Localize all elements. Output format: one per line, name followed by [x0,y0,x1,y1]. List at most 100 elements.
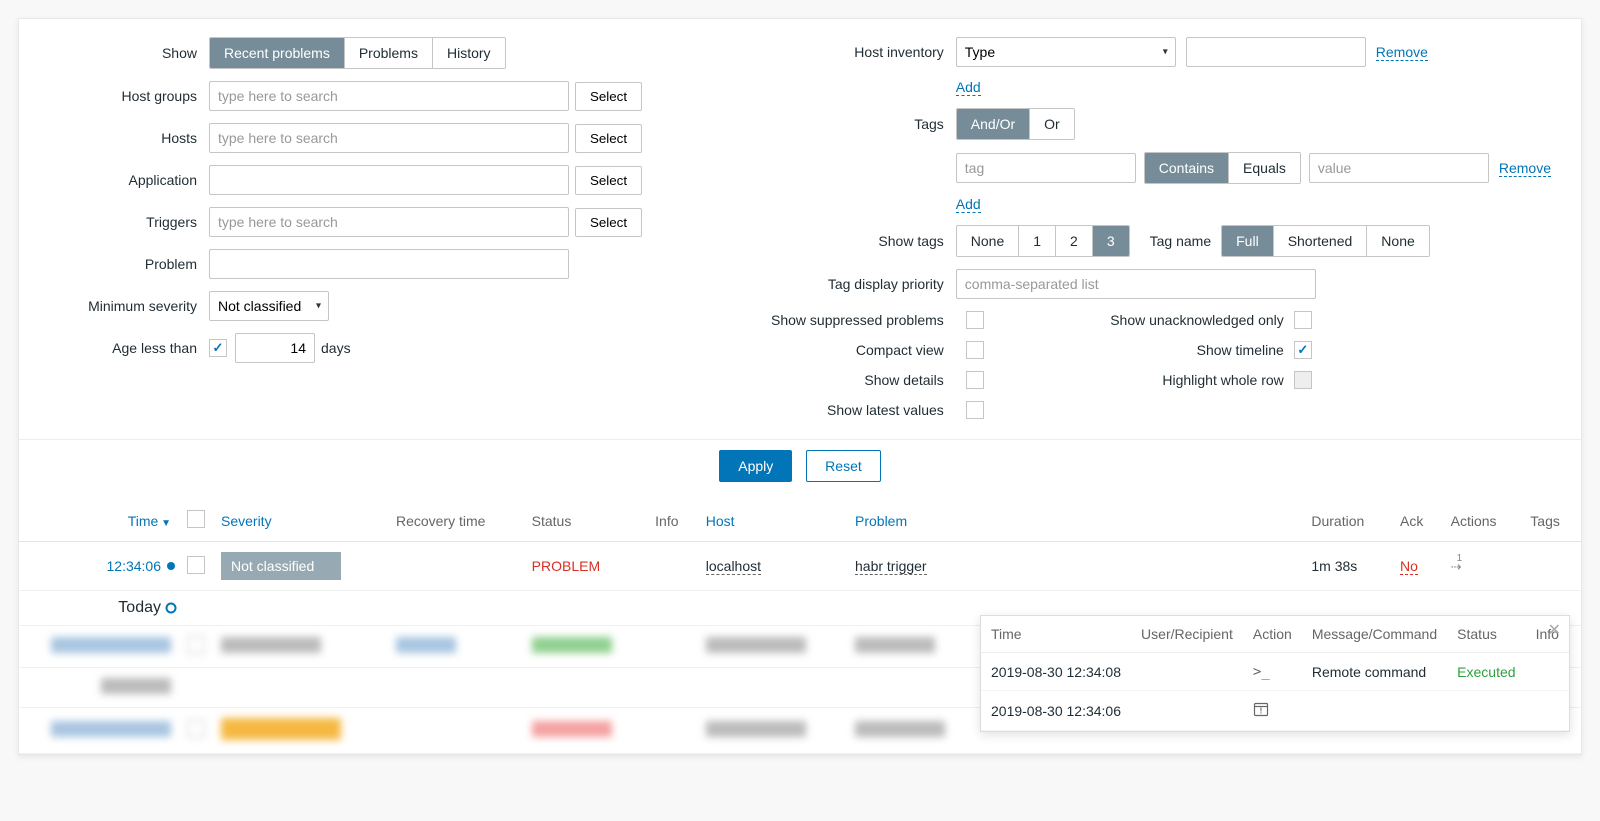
tag-name-segmented: Full Shortened None [1221,225,1430,257]
close-icon[interactable]: ✕ [1548,620,1561,640]
latest-label: Show latest values [756,402,956,418]
unack-label: Show unacknowledged only [1024,312,1284,328]
tag-name-full[interactable]: Full [1222,226,1274,256]
suppressed-label: Show suppressed problems [756,312,956,328]
row-actions-icon[interactable]: 1⇢ [1451,559,1462,574]
actions-popup: ✕ Time User/Recipient Action Message/Com… [980,615,1570,732]
popup-col-time: Time [981,616,1131,653]
show-tags-segmented: None 1 2 3 [956,225,1130,257]
popup-col-message: Message/Command [1302,616,1447,653]
reset-button[interactable]: Reset [806,450,881,482]
host-inventory-remove[interactable]: Remove [1376,44,1428,61]
host-inventory-add[interactable]: Add [956,79,981,96]
col-duration: Duration [1303,500,1392,542]
row-ack[interactable]: No [1400,558,1418,575]
show-tags-1[interactable]: 1 [1019,226,1056,256]
host-groups-select[interactable]: Select [575,82,642,111]
show-history[interactable]: History [433,38,505,68]
application-input[interactable] [209,165,569,195]
popup-col-action: Action [1243,616,1302,653]
age-label: Age less than [49,340,209,356]
tag-name-none[interactable]: None [1367,226,1428,256]
tag-name-input[interactable] [956,153,1136,183]
show-tags-none[interactable]: None [957,226,1019,256]
show-recent-problems[interactable]: Recent problems [210,38,345,68]
min-severity-label: Minimum severity [49,298,209,314]
details-checkbox[interactable] [966,371,984,389]
show-tags-label: Show tags [756,233,956,249]
unack-checkbox[interactable] [1294,311,1312,329]
compact-label: Compact view [756,342,956,358]
age-unit: days [321,340,351,356]
tags-or[interactable]: Or [1030,109,1074,139]
popup-col-user: User/Recipient [1131,616,1243,653]
row-host[interactable]: localhost [706,558,761,575]
application-label: Application [49,172,209,188]
latest-checkbox[interactable] [966,401,984,419]
popup-row: 2019-08-30 12:34:06 ! [981,691,1569,731]
problem-label: Problem [49,256,209,272]
row-problem[interactable]: habr trigger [855,558,927,575]
show-segmented: Recent problems Problems History [209,37,506,69]
col-ack: Ack [1392,500,1443,542]
table-row: 12:34:06 Not classified PROBLEM localhos… [19,542,1581,591]
tag-name-shortened[interactable]: Shortened [1274,226,1368,256]
triggers-select[interactable]: Select [575,208,642,237]
show-problems[interactable]: Problems [345,38,433,68]
row-severity: Not classified [221,552,341,580]
filter-buttons: Apply Reset [19,439,1581,500]
today-label: Today [118,599,161,616]
problem-input[interactable] [209,249,569,279]
terminal-icon: >_ [1253,664,1270,680]
triggers-label: Triggers [49,214,209,230]
host-inventory-label: Host inventory [756,44,956,60]
highlight-label: Highlight whole row [1024,372,1284,388]
triggers-input[interactable] [209,207,569,237]
host-inventory-type-select[interactable]: Type [956,37,1176,67]
calendar-alert-icon: ! [1253,704,1269,720]
hosts-label: Hosts [49,130,209,146]
tags-andor[interactable]: And/Or [957,109,1030,139]
col-time[interactable]: Time [19,500,179,542]
tag-priority-label: Tag display priority [756,276,956,292]
col-host[interactable]: Host [698,500,847,542]
host-groups-input[interactable] [209,81,569,111]
show-tags-2[interactable]: 2 [1056,226,1093,256]
timeline-checkbox[interactable] [1294,341,1312,359]
row-time[interactable]: 12:34:06 [107,558,162,574]
col-tags: Tags [1522,500,1581,542]
highlight-checkbox[interactable] [1294,371,1312,389]
details-label: Show details [756,372,956,388]
show-tags-3[interactable]: 3 [1093,226,1129,256]
tag-value-input[interactable] [1309,153,1489,183]
min-severity-select[interactable]: Not classified [209,291,329,321]
application-select[interactable]: Select [575,166,642,195]
apply-button[interactable]: Apply [719,450,792,482]
row-status: PROBLEM [532,558,600,574]
row-checkbox[interactable] [187,556,205,574]
hosts-input[interactable] [209,123,569,153]
tags-mode-segmented: And/Or Or [956,108,1075,140]
age-value-input[interactable] [235,333,315,363]
tag-remove[interactable]: Remove [1499,160,1551,177]
filter-right-column: Host inventory Type Remove Add Tags And/… [756,37,1551,431]
tag-add[interactable]: Add [956,196,981,213]
compact-checkbox[interactable] [966,341,984,359]
hosts-select[interactable]: Select [575,124,642,153]
filter-left-column: Show Recent problems Problems History Ho… [49,37,716,431]
age-checkbox[interactable] [209,339,227,357]
col-severity[interactable]: Severity [213,500,388,542]
popup-col-status: Status [1447,616,1525,653]
popup-row: 2019-08-30 12:34:08 >_ Remote command Ex… [981,653,1569,691]
col-problem[interactable]: Problem [847,500,983,542]
tag-contains[interactable]: Contains [1145,153,1229,183]
select-all-checkbox[interactable] [187,510,205,528]
suppressed-checkbox[interactable] [966,311,984,329]
tag-name-label: Tag name [1150,233,1211,249]
tag-priority-input[interactable] [956,269,1316,299]
col-recovery: Recovery time [388,500,524,542]
tag-equals[interactable]: Equals [1229,153,1300,183]
tags-label: Tags [756,116,956,132]
svg-text:!: ! [1260,707,1263,716]
host-inventory-value-input[interactable] [1186,37,1366,67]
